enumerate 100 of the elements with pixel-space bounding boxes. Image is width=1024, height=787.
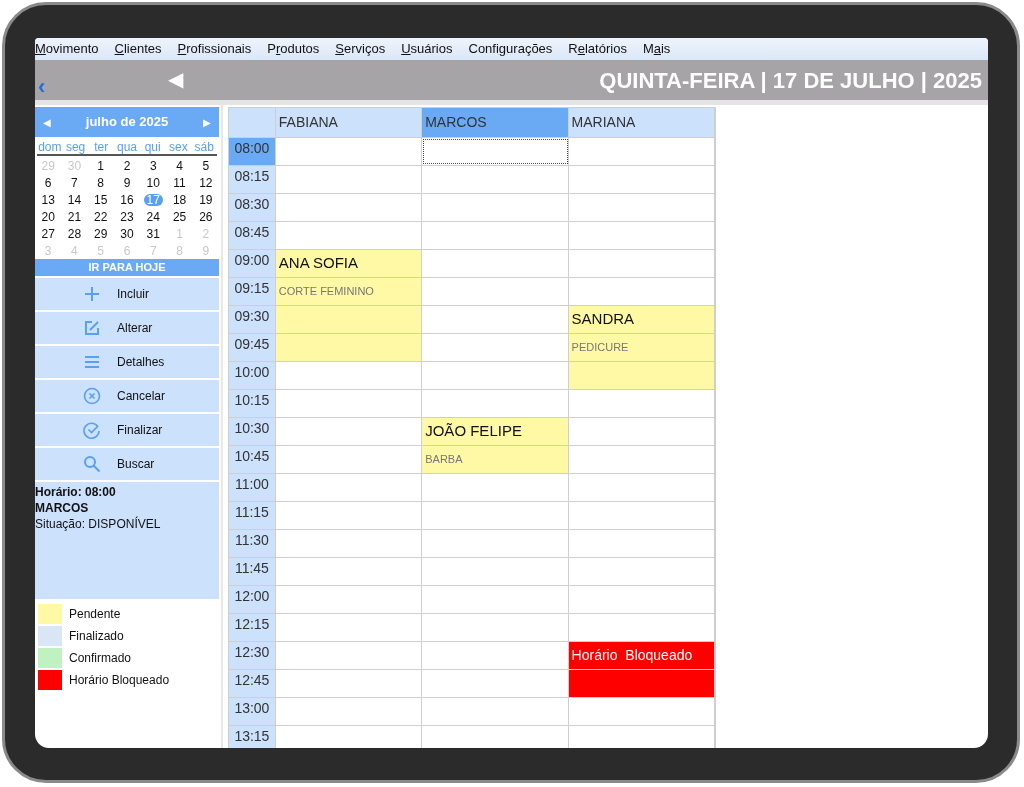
- info-text: Situação: DISPONÍVEL: [35, 518, 162, 530]
- time-label: 12:15: [229, 614, 276, 641]
- column-header[interactable]: FABIANA: [275, 108, 423, 137]
- legend-label: Finalizado: [69, 628, 124, 645]
- time-label: 09:00: [229, 250, 276, 277]
- time-label: 11:45: [229, 558, 276, 585]
- weekday-label: dom: [37, 141, 63, 154]
- calendar-day[interactable]: 22: [91, 210, 111, 223]
- appointment-block[interactable]: [568, 670, 715, 697]
- appointment-block[interactable]: [568, 362, 715, 389]
- time-label: 13:15: [229, 726, 276, 748]
- calendar-day[interactable]: 14: [64, 193, 85, 206]
- month-title: julho de 2025: [85, 113, 169, 132]
- calendar-day[interactable]: 7: [68, 176, 81, 189]
- action-button[interactable]: Detalhes: [35, 346, 219, 378]
- time-label: 08:15: [229, 166, 276, 193]
- time-label: 09:45: [229, 334, 276, 361]
- time-label: 12:00: [229, 586, 276, 613]
- empty-slot[interactable]: [422, 138, 569, 165]
- legend-label: Confirmado: [69, 650, 132, 667]
- appointment-text[interactable]: CORTE FEMININO: [275, 278, 423, 305]
- menu-item[interactable]: Configurações: [468, 39, 553, 59]
- calendar-day[interactable]: 4: [173, 159, 186, 172]
- calendar-day[interactable]: 8: [94, 176, 108, 189]
- calendar-day[interactable]: 31: [143, 227, 163, 240]
- calendar-day[interactable]: 21: [64, 210, 85, 223]
- legend-label: Horário Bloqueado: [69, 672, 170, 689]
- action-button[interactable]: Incluir: [35, 278, 219, 310]
- calendar-day[interactable]: 25: [169, 210, 190, 223]
- time-label: 09:15: [229, 278, 276, 305]
- menu-item[interactable]: Usuários: [401, 39, 453, 59]
- calendar-day[interactable]: 10: [143, 176, 163, 189]
- column-header[interactable]: MARIANA: [568, 108, 715, 137]
- time-label: 10:30: [229, 418, 276, 445]
- action-button[interactable]: Buscar: [35, 448, 219, 480]
- weekday-label: ter: [93, 141, 110, 154]
- menu-item[interactable]: Produtos: [267, 39, 320, 59]
- menu-item[interactable]: Clientes: [114, 39, 162, 59]
- action-button[interactable]: Finalizar: [35, 414, 219, 446]
- calendar-day[interactable]: 24: [143, 210, 163, 223]
- column-header[interactable]: MARCOS: [422, 108, 569, 137]
- plus-icon: [83, 285, 101, 303]
- calendar-day[interactable]: 26: [196, 210, 216, 223]
- weekday-label: sex: [168, 141, 189, 154]
- calendar-day[interactable]: 3: [146, 159, 160, 172]
- time-label: 11:00: [229, 474, 276, 501]
- calendar-day[interactable]: 29: [91, 227, 111, 240]
- time-label: 08:45: [229, 222, 276, 249]
- time-label: 10:45: [229, 446, 276, 473]
- menu-item[interactable]: Relatórios: [568, 39, 627, 59]
- calendar-day[interactable]: 5: [199, 159, 213, 172]
- calendar-day[interactable]: 9: [120, 176, 134, 189]
- calendar-day[interactable]: 18: [169, 193, 190, 206]
- calendar-day[interactable]: 1: [94, 159, 108, 172]
- time-label: 12:45: [229, 670, 276, 697]
- appointment-block[interactable]: [275, 334, 423, 361]
- appointment-block[interactable]: [275, 306, 423, 333]
- menu-item[interactable]: Profissionais: [177, 39, 252, 59]
- calendar-day[interactable]: 6: [41, 176, 55, 189]
- appointment-text[interactable]: JOÃO FELIPE: [422, 418, 569, 445]
- check-circle-icon: [83, 421, 101, 439]
- info-text: Horário: 08:00: [35, 486, 117, 498]
- menu-item[interactable]: Movimento: [35, 39, 99, 59]
- calendar-day[interactable]: 2: [120, 159, 134, 172]
- weekday-label: qui: [143, 141, 162, 154]
- calendar-day[interactable]: 30: [117, 227, 137, 240]
- calendar-day[interactable]: 27: [38, 227, 58, 240]
- appointment-text[interactable]: SANDRA: [568, 306, 715, 333]
- info-text: MARCOS: [35, 502, 89, 514]
- appointment-text[interactable]: BARBA: [422, 446, 569, 473]
- calendar-day[interactable]: 20: [38, 210, 58, 223]
- cancel-icon: [83, 387, 101, 405]
- calendar-day[interactable]: 28: [64, 227, 85, 240]
- legend-label: Pendente: [69, 606, 121, 623]
- appointment-text[interactable]: ANA SOFIA: [275, 250, 423, 277]
- time-label: 09:30: [229, 306, 276, 333]
- appointment-text[interactable]: PEDICURE: [568, 334, 715, 361]
- time-label: 08:30: [229, 194, 276, 221]
- time-label: 10:00: [229, 362, 276, 389]
- time-label: 08:00: [229, 138, 276, 165]
- menu-icon: [83, 353, 101, 371]
- time-label: 11:30: [229, 530, 276, 557]
- menu-item[interactable]: Mais: [642, 39, 671, 59]
- calendar-day[interactable]: 15: [91, 193, 111, 206]
- action-button[interactable]: Cancelar: [35, 380, 219, 412]
- action-button[interactable]: Alterar: [35, 312, 219, 344]
- appointment-text[interactable]: Horário Bloqueado: [568, 642, 715, 669]
- time-label: 12:30: [229, 642, 276, 669]
- search-icon: [83, 455, 101, 473]
- calendar-day[interactable]: 13: [38, 193, 58, 206]
- weekday-label: qua: [115, 141, 138, 154]
- calendar-day[interactable]: 23: [117, 210, 137, 223]
- calendar-day[interactable]: 16: [117, 193, 137, 206]
- calendar-day[interactable]: 12: [196, 176, 216, 189]
- calendar-day[interactable]: 19: [196, 193, 216, 206]
- time-label: 13:00: [229, 698, 276, 725]
- menu-item[interactable]: Serviços: [335, 39, 386, 59]
- time-label: 10:15: [229, 390, 276, 417]
- calendar-day[interactable]: 11: [170, 176, 189, 189]
- time-label: 11:15: [229, 502, 276, 529]
